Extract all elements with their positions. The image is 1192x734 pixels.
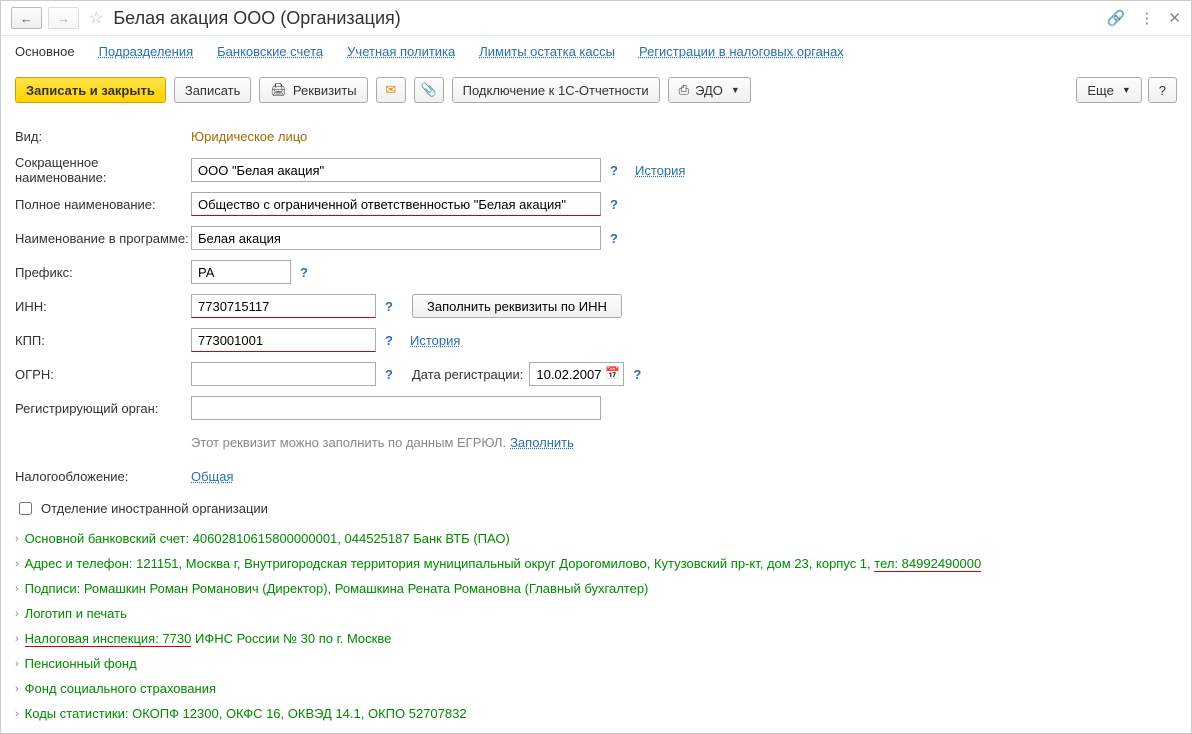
fill-by-inn-button[interactable]: Заполнить реквизиты по ИНН <box>412 294 622 318</box>
window-title: Белая акация ООО (Организация) <box>113 8 1100 29</box>
help-icon[interactable]: ? <box>380 299 398 314</box>
chevron-down-icon: ▼ <box>731 85 740 95</box>
tab-bank-accounts[interactable]: Банковские счета <box>217 44 323 65</box>
help-button[interactable]: ? <box>1148 77 1177 103</box>
help-icon[interactable]: ? <box>605 197 623 212</box>
tab-cash-limits[interactable]: Лимиты остатка кассы <box>479 44 615 65</box>
history-link[interactable]: История <box>635 163 685 178</box>
more-menu-icon[interactable]: ⋮ <box>1139 9 1154 27</box>
full-name-label: Полное наименование: <box>15 197 191 212</box>
connect-1c-reporting-button[interactable]: Подключение к 1С-Отчетности <box>452 77 660 103</box>
tab-tax-registrations[interactable]: Регистрации в налоговых органах <box>639 44 844 65</box>
help-icon[interactable]: ? <box>380 367 398 382</box>
chevron-right-icon: › <box>15 583 19 595</box>
edo-button[interactable]: ⎙ ЭДО ▼ <box>668 77 751 103</box>
help-icon[interactable]: ? <box>380 333 398 348</box>
short-name-input[interactable] <box>191 158 601 182</box>
help-icon[interactable]: ? <box>605 231 623 246</box>
nav-forward-button[interactable]: → <box>48 7 79 29</box>
prefix-label: Префикс: <box>15 265 191 280</box>
section-pension-fund[interactable]: › Пенсионный фонд <box>15 651 1177 676</box>
section-logo-stamp[interactable]: › Логотип и печать <box>15 601 1177 626</box>
foreign-branch-checkbox[interactable] <box>19 502 32 515</box>
type-value: Юридическое лицо <box>191 129 307 144</box>
favorite-star-icon[interactable]: ☆ <box>89 8 103 28</box>
prefix-input[interactable] <box>191 260 291 284</box>
inn-label: ИНН: <box>15 299 191 314</box>
chevron-right-icon: › <box>15 658 19 670</box>
kpp-history-link[interactable]: История <box>410 333 460 348</box>
calendar-icon[interactable]: 📅 <box>605 366 620 380</box>
section-bank-account[interactable]: › Основной банковский счет: 406028106158… <box>15 526 1177 551</box>
link-icon[interactable]: 🔗 <box>1107 9 1126 27</box>
kpp-input[interactable] <box>191 328 376 352</box>
help-icon[interactable]: ? <box>628 367 646 382</box>
reg-org-label: Регистрирующий орган: <box>15 401 191 416</box>
reg-org-input[interactable] <box>191 396 601 420</box>
type-label: Вид: <box>15 129 191 144</box>
section-address-phone[interactable]: › Адрес и телефон: 121151, Москва г, Вну… <box>15 551 1177 576</box>
short-name-label: Сокращенное наименование: <box>15 155 191 185</box>
chevron-right-icon: › <box>15 608 19 620</box>
chevron-right-icon: › <box>15 708 19 720</box>
section-statistics-codes[interactable]: › Коды статистики: ОКОПФ 12300, ОКФС 16,… <box>15 701 1177 726</box>
section-signatures[interactable]: › Подписи: Ромашкин Роман Романович (Дир… <box>15 576 1177 601</box>
tab-accounting-policy[interactable]: Учетная политика <box>347 44 455 65</box>
close-icon[interactable]: ✕ <box>1168 9 1181 27</box>
edo-icon: ⎙ <box>679 82 689 98</box>
save-and-close-button[interactable]: Записать и закрыть <box>15 77 166 103</box>
help-icon[interactable]: ? <box>295 265 313 280</box>
chevron-right-icon: › <box>15 633 19 645</box>
chevron-right-icon: › <box>15 533 19 545</box>
tax-mode-label: Налогообложение: <box>15 469 191 484</box>
fill-link[interactable]: Заполнить <box>510 435 574 450</box>
help-icon[interactable]: ? <box>605 163 623 178</box>
kpp-label: КПП: <box>15 333 191 348</box>
full-name-input[interactable] <box>191 192 601 216</box>
program-name-label: Наименование в программе: <box>15 231 191 246</box>
more-button[interactable]: Еще ▼ <box>1076 77 1141 103</box>
email-button[interactable]: ✉ <box>376 77 406 103</box>
requisites-button[interactable]: 🖨 Реквизиты <box>259 77 367 103</box>
chevron-down-icon: ▼ <box>1122 85 1131 95</box>
ogrn-input[interactable] <box>191 362 376 386</box>
save-button[interactable]: Записать <box>174 77 252 103</box>
print-icon: 🖨 <box>270 82 287 98</box>
tab-main[interactable]: Основное <box>15 44 75 65</box>
foreign-branch-label: Отделение иностранной организации <box>41 501 268 516</box>
tab-divisions[interactable]: Подразделения <box>99 44 194 65</box>
program-name-input[interactable] <box>191 226 601 250</box>
ogrn-label: ОГРН: <box>15 367 191 382</box>
nav-back-button[interactable]: ← <box>11 7 42 29</box>
egrul-note: Этот реквизит можно заполнить по данным … <box>191 435 506 450</box>
tax-mode-link[interactable]: Общая <box>191 469 234 484</box>
section-tax-inspection[interactable]: › Налоговая инспекция: 7730 ИФНС России … <box>15 626 1177 651</box>
inn-input[interactable] <box>191 294 376 318</box>
chevron-right-icon: › <box>15 558 19 570</box>
reg-date-label: Дата регистрации: <box>412 367 523 382</box>
section-social-insurance[interactable]: › Фонд социального страхования <box>15 676 1177 701</box>
chevron-right-icon: › <box>15 683 19 695</box>
attachment-button[interactable]: 📎 <box>414 77 444 103</box>
